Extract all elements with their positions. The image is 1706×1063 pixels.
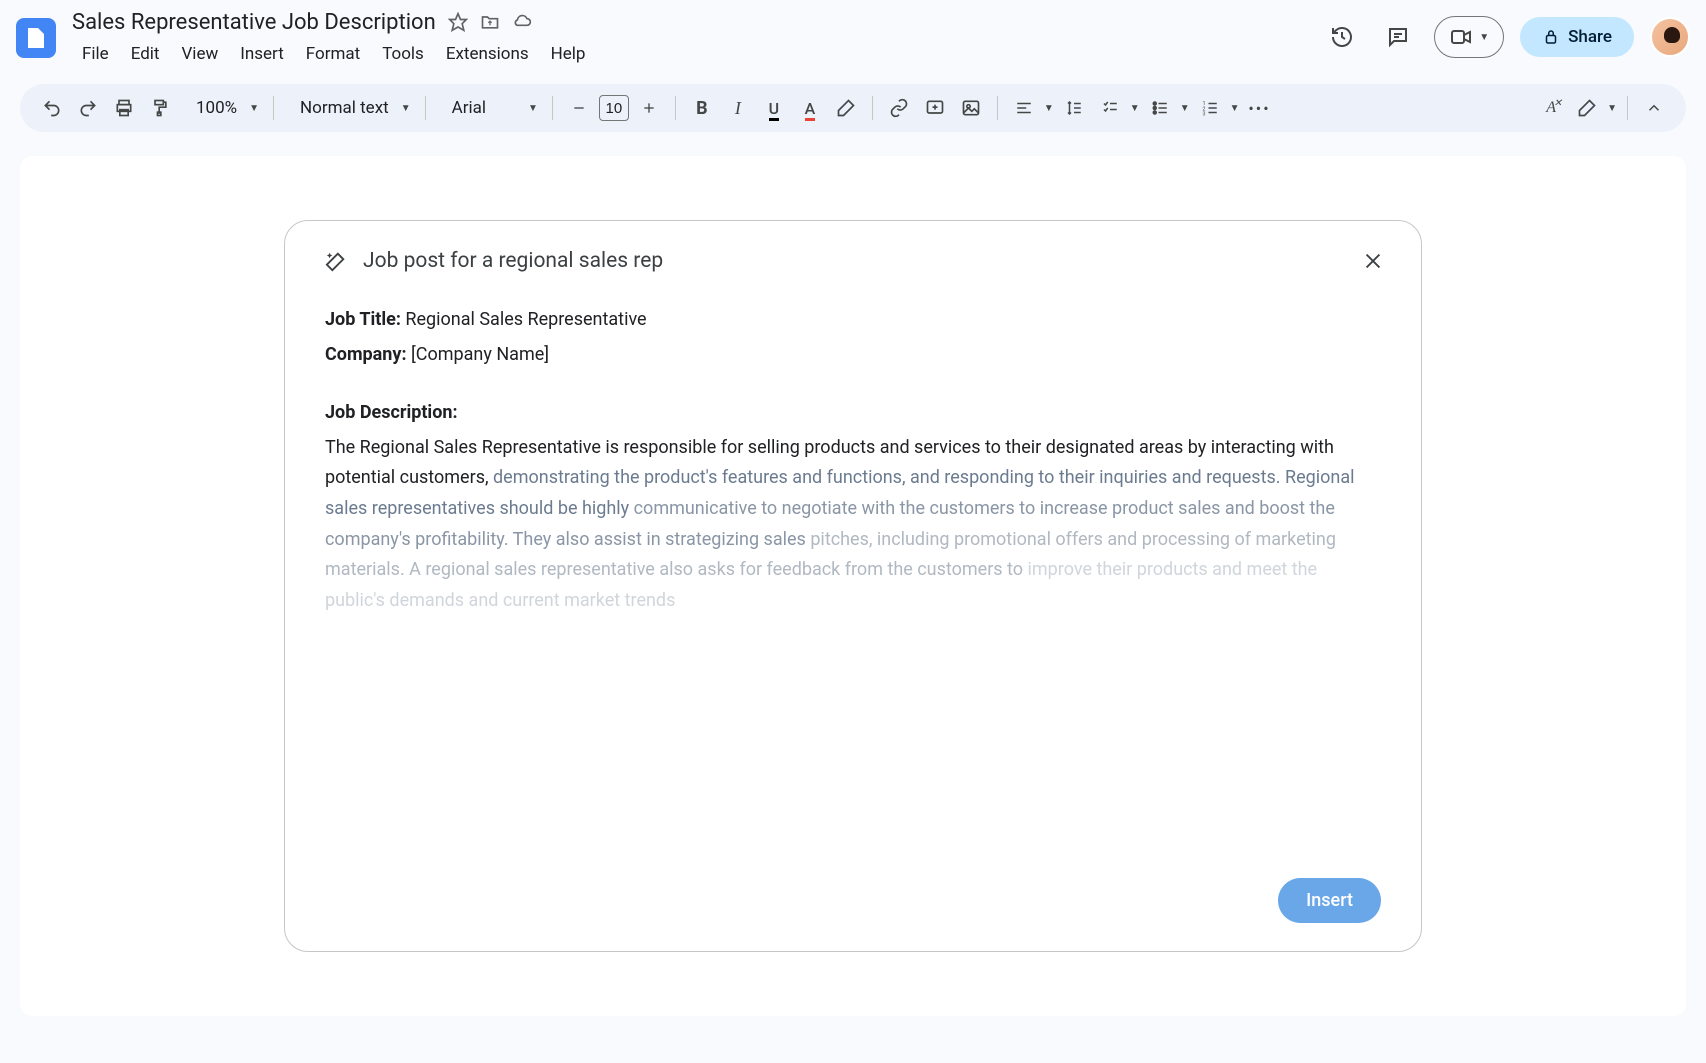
link-button[interactable]: [883, 92, 915, 124]
separator: [552, 96, 553, 120]
document-title[interactable]: Sales Representative Job Description: [72, 10, 436, 35]
user-avatar[interactable]: [1650, 17, 1690, 57]
chevron-down-icon: ▼: [401, 103, 411, 114]
menu-tools[interactable]: Tools: [372, 40, 434, 68]
style-dropdown[interactable]: Normal text ▼: [284, 98, 415, 118]
separator: [425, 96, 426, 120]
svg-text:3: 3: [1202, 112, 1205, 118]
toolbar: 100% ▼ Normal text ▼ Arial ▼ B I U A ▼: [20, 84, 1686, 132]
clear-format-button[interactable]: A✕: [1535, 92, 1567, 124]
highlight-button[interactable]: [830, 92, 862, 124]
redo-button[interactable]: [72, 92, 104, 124]
company-value: [Company Name]: [407, 344, 550, 365]
history-icon[interactable]: [1322, 17, 1362, 57]
menu-file[interactable]: File: [72, 40, 119, 68]
chevron-down-icon: ▼: [1479, 32, 1489, 43]
chevron-down-icon[interactable]: ▼: [1230, 103, 1240, 114]
menu-edit[interactable]: Edit: [121, 40, 170, 68]
bullet-list-button[interactable]: [1144, 92, 1176, 124]
text-color-button[interactable]: A: [794, 92, 826, 124]
print-button[interactable]: [108, 92, 140, 124]
checklist-button[interactable]: [1094, 92, 1126, 124]
line-spacing-button[interactable]: [1058, 92, 1090, 124]
font-value: Arial: [446, 98, 492, 118]
font-size-decrease[interactable]: [563, 92, 595, 124]
editing-mode-button[interactable]: [1571, 92, 1603, 124]
app-header: Sales Representative Job Description Fil…: [0, 0, 1706, 68]
move-folder-icon[interactable]: [480, 12, 500, 32]
job-title-label: Job Title:: [325, 309, 401, 330]
close-button[interactable]: [1357, 245, 1389, 277]
chevron-down-icon[interactable]: ▼: [1607, 103, 1617, 114]
collapse-toolbar-button[interactable]: [1638, 92, 1670, 124]
separator: [675, 96, 676, 120]
style-value: Normal text: [294, 98, 395, 118]
chevron-down-icon[interactable]: ▼: [1044, 103, 1054, 114]
align-button[interactable]: [1008, 92, 1040, 124]
more-button[interactable]: •••: [1244, 92, 1276, 124]
chevron-down-icon[interactable]: ▼: [1180, 103, 1190, 114]
undo-button[interactable]: [36, 92, 68, 124]
separator: [997, 96, 998, 120]
separator: [273, 96, 274, 120]
star-icon[interactable]: [448, 12, 468, 32]
bold-button[interactable]: B: [686, 92, 718, 124]
menu-format[interactable]: Format: [296, 40, 370, 68]
job-title-value: Regional Sales Representative: [401, 309, 647, 330]
paint-format-button[interactable]: [144, 92, 176, 124]
chevron-down-icon: ▼: [249, 103, 259, 114]
header-right: ▼ Share: [1322, 16, 1690, 58]
job-description-label: Job Description:: [325, 398, 1381, 429]
separator: [1627, 96, 1628, 120]
chevron-down-icon[interactable]: ▼: [1130, 103, 1140, 114]
ai-suggestion-card: Job post for a regional sales rep Job Ti…: [284, 220, 1422, 952]
docs-logo-icon[interactable]: [16, 18, 56, 58]
comment-icon[interactable]: [1378, 17, 1418, 57]
font-size-increase[interactable]: [633, 92, 665, 124]
company-label: Company:: [325, 344, 407, 365]
ai-prompt-text: Job post for a regional sales rep: [363, 249, 663, 273]
magic-wand-icon: [325, 250, 347, 272]
share-label: Share: [1568, 27, 1612, 47]
meet-button[interactable]: ▼: [1434, 16, 1504, 58]
menu-insert[interactable]: Insert: [230, 40, 294, 68]
zoom-value: 100%: [190, 98, 243, 118]
separator: [872, 96, 873, 120]
document-canvas[interactable]: Job post for a regional sales rep Job Ti…: [20, 156, 1686, 1016]
zoom-dropdown[interactable]: 100% ▼: [180, 98, 263, 118]
italic-button[interactable]: I: [722, 92, 754, 124]
insert-button[interactable]: Insert: [1278, 878, 1381, 923]
insert-image-button[interactable]: [955, 92, 987, 124]
share-button[interactable]: Share: [1520, 17, 1634, 57]
chevron-down-icon: ▼: [528, 103, 538, 114]
ai-generated-content: Job Title: Regional Sales Representative…: [325, 305, 1381, 616]
menu-extensions[interactable]: Extensions: [436, 40, 539, 68]
menu-bar: File Edit View Insert Format Tools Exten…: [72, 40, 1314, 68]
font-dropdown[interactable]: Arial ▼: [436, 98, 542, 118]
numbered-list-button[interactable]: 123: [1194, 92, 1226, 124]
underline-button[interactable]: U: [758, 92, 790, 124]
cloud-status-icon[interactable]: [512, 12, 532, 32]
menu-view[interactable]: View: [171, 40, 228, 68]
font-size-input[interactable]: [599, 95, 629, 121]
add-comment-button[interactable]: [919, 92, 951, 124]
insert-label: Insert: [1306, 890, 1353, 911]
title-area: Sales Representative Job Description Fil…: [72, 8, 1314, 68]
menu-help[interactable]: Help: [541, 40, 596, 68]
